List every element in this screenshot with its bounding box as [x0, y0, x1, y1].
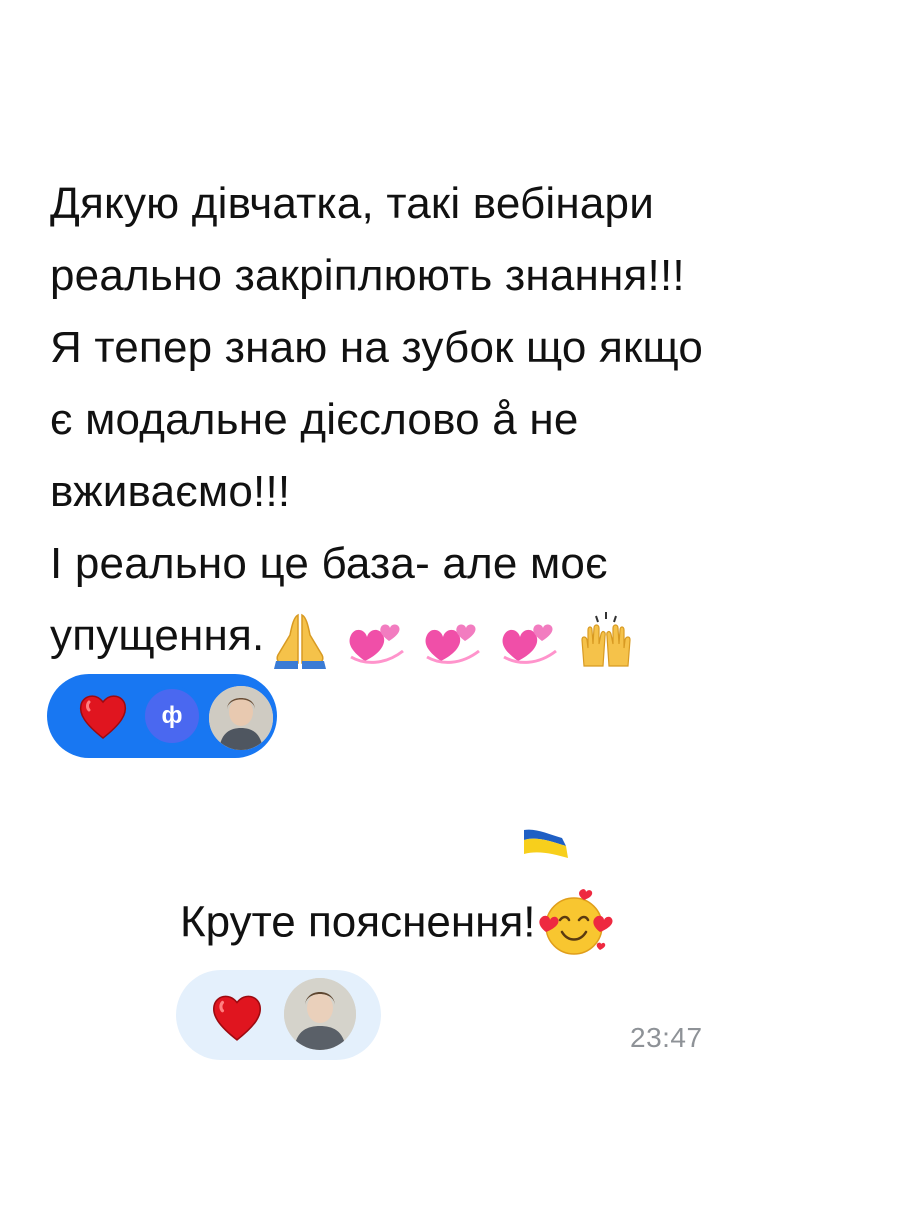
message-text: Круте пояснення! [180, 897, 536, 947]
revolving-hearts-icon [502, 624, 557, 664]
reaction-pill-second[interactable] [176, 970, 381, 1060]
message-line: вживаємо!!! [50, 467, 291, 516]
revolving-hearts-icon [425, 624, 481, 664]
avatar[interactable] [207, 684, 275, 752]
avatar-letter[interactable]: ф [142, 686, 202, 746]
folded-hands-icon [274, 613, 327, 669]
message-line-last: упущення. [50, 600, 870, 674]
red-heart-icon [79, 695, 127, 739]
message-line: є модальне дієслово å не [50, 395, 579, 444]
message-line: І реально це база- але моє [50, 539, 608, 588]
message-line: реально закріплюють знання!!! [50, 251, 685, 300]
reaction-pill-first[interactable]: ф [47, 674, 277, 758]
avatar-photo-icon [284, 978, 356, 1050]
emoji-row [268, 602, 638, 674]
avatar[interactable] [284, 978, 356, 1050]
avatar-photo-icon [209, 686, 273, 750]
message-text-second: Круте пояснення! [180, 888, 616, 962]
revolving-hearts-icon [349, 624, 404, 664]
message-line: Я тепер знаю на зубок що якщо [50, 323, 704, 372]
smiling-face-with-hearts-icon [538, 889, 613, 955]
raising-hands-icon [581, 611, 631, 667]
red-heart-icon [212, 995, 262, 1041]
message-line: Дякую дівчатка, такі вебінари [50, 179, 654, 228]
message-text-first: Дякую дівчатка, такі вебінари реально за… [50, 168, 870, 674]
ukraine-flag-icon [524, 829, 568, 858]
message-line: упущення. [50, 611, 265, 660]
message-timestamp: 23:47 [630, 1022, 703, 1053]
